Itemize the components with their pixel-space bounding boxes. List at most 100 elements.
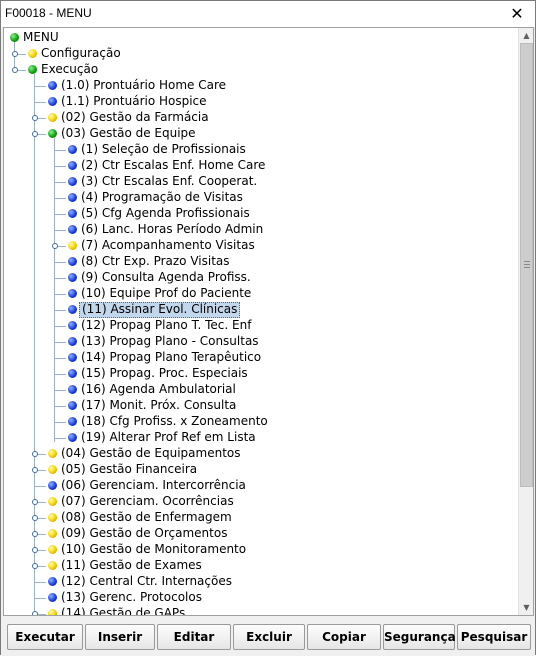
tree-node-label[interactable]: (14) Propag Plano Terapêutico: [79, 350, 263, 366]
tree-node[interactable]: (07) Gerenciam. Ocorrências: [4, 494, 504, 510]
tree-node[interactable]: (09) Gestão de Orçamentos: [4, 526, 504, 542]
tree-node-label[interactable]: (8) Ctr Exp. Prazo Visitas: [79, 254, 232, 270]
tree-node[interactable]: (04) Gestão de Equipamentos: [4, 446, 504, 462]
green-status-dot-icon: [28, 65, 37, 74]
tree-node[interactable]: (12) Propag Plano T. Tec. Enf: [4, 318, 504, 334]
scroll-thumb[interactable]: [520, 43, 533, 487]
tree-node[interactable]: (11) Assinar Evol. Clínicas: [4, 302, 504, 318]
tree-node[interactable]: (15) Propag. Proc. Especiais: [4, 366, 504, 382]
tree-node[interactable]: (05) Gestão Financeira: [4, 462, 504, 478]
tree-node[interactable]: (18) Cfg Profiss. x Zoneamento: [4, 414, 504, 430]
tree-node[interactable]: (1) Seleção de Profissionais: [4, 142, 504, 158]
tree-node-label[interactable]: (06) Gerenciam. Intercorrência: [59, 478, 248, 494]
edit-button[interactable]: Editar: [157, 624, 231, 650]
tree-node[interactable]: (02) Gestão da Farmácia: [4, 110, 504, 126]
tree-node-label[interactable]: Configuração: [39, 46, 123, 62]
scroll-down-icon[interactable]: ▼: [519, 600, 533, 615]
tree-node-label[interactable]: (18) Cfg Profiss. x Zoneamento: [79, 414, 270, 430]
tree-node[interactable]: (10) Gestão de Monitoramento: [4, 542, 504, 558]
tree-node-label[interactable]: (05) Gestão Financeira: [59, 462, 199, 478]
tree-node-label[interactable]: (08) Gestão de Enfermagem: [59, 510, 234, 526]
tree-node[interactable]: (1.0) Prontuário Home Care: [4, 78, 504, 94]
tree-node[interactable]: (6) Lanc. Horas Período Admin: [4, 222, 504, 238]
tree-node[interactable]: Execução: [4, 62, 504, 78]
tree-node-label[interactable]: (3) Ctr Escalas Enf. Cooperat.: [79, 174, 259, 190]
tree-node-label[interactable]: (1.0) Prontuário Home Care: [59, 78, 228, 94]
tree-node-label[interactable]: (16) Agenda Ambulatorial: [79, 382, 238, 398]
vertical-scrollbar[interactable]: ▲ ▼: [518, 28, 533, 615]
tree-node-label[interactable]: (12) Propag Plano T. Tec. Enf: [79, 318, 253, 334]
tree-node[interactable]: (1.1) Prontuário Hospice: [4, 94, 504, 110]
tree-node-label[interactable]: (7) Acompanhamento Visitas: [79, 238, 257, 254]
tree-node-label[interactable]: (14) Gestão de GAPs: [59, 606, 187, 615]
delete-button[interactable]: Excluir: [233, 624, 305, 650]
tree-node-label[interactable]: (10) Equipe Prof do Paciente: [79, 286, 253, 302]
tree-node-label[interactable]: (11) Assinar Evol. Clínicas: [79, 302, 241, 318]
tree-node[interactable]: (08) Gestão de Enfermagem: [4, 510, 504, 526]
tree-node[interactable]: (03) Gestão de Equipe: [4, 126, 504, 142]
tree-connector-line: [54, 422, 66, 423]
tree-node[interactable]: (9) Consulta Agenda Profiss.: [4, 270, 504, 286]
blue-status-dot-icon: [68, 225, 77, 234]
tree-node-label[interactable]: (15) Propag. Proc. Especiais: [79, 366, 250, 382]
tree-node-label[interactable]: Execução: [39, 62, 100, 78]
tree-node[interactable]: (10) Equipe Prof do Paciente: [4, 286, 504, 302]
tree-node-label[interactable]: (1) Seleção de Profissionais: [79, 142, 248, 158]
tree-node[interactable]: (17) Monit. Próx. Consulta: [4, 398, 504, 414]
tree-node-label[interactable]: (13) Gerenc. Protocolos: [59, 590, 204, 606]
tree-node[interactable]: (3) Ctr Escalas Enf. Cooperat.: [4, 174, 504, 190]
button-bar: Executar Inserir Editar Excluir Copiar S…: [1, 618, 535, 656]
blue-status-dot-icon: [68, 417, 77, 426]
tree-node-label[interactable]: (13) Propag Plano - Consultas: [79, 334, 261, 350]
tree-node-label[interactable]: (19) Alterar Prof Ref em Lista: [79, 430, 258, 446]
tree-root[interactable]: MENU: [4, 30, 504, 46]
tree-connector-line: [38, 470, 46, 471]
blue-status-dot-icon: [48, 577, 57, 586]
tree-connector-line: [54, 230, 66, 231]
tree-node[interactable]: (8) Ctr Exp. Prazo Visitas: [4, 254, 504, 270]
tree-node[interactable]: (13) Gerenc. Protocolos: [4, 590, 504, 606]
yellow-status-dot-icon: [48, 609, 57, 615]
tree-node-label[interactable]: (10) Gestão de Monitoramento: [59, 542, 248, 558]
tree-node[interactable]: (7) Acompanhamento Visitas: [4, 238, 504, 254]
close-icon[interactable]: ✕: [503, 2, 531, 26]
copy-button[interactable]: Copiar: [307, 624, 381, 650]
tree-node[interactable]: (12) Central Ctr. Internações: [4, 574, 504, 590]
search-button[interactable]: Pesquisar: [457, 624, 531, 650]
tree-node-label[interactable]: (11) Gestão de Exames: [59, 558, 204, 574]
execute-button[interactable]: Executar: [7, 624, 83, 650]
tree-node-label[interactable]: (09) Gestão de Orçamentos: [59, 526, 229, 542]
tree-connector-line: [54, 294, 66, 295]
tree-node[interactable]: Configuração: [4, 46, 504, 62]
tree-node-label[interactable]: (03) Gestão de Equipe: [59, 126, 198, 142]
scroll-up-icon[interactable]: ▲: [519, 28, 533, 43]
tree-root-label[interactable]: MENU: [21, 30, 61, 46]
tree-node-label[interactable]: (5) Cfg Agenda Profissionais: [79, 206, 252, 222]
tree-node[interactable]: (2) Ctr Escalas Enf. Home Care: [4, 158, 504, 174]
tree-node[interactable]: (19) Alterar Prof Ref em Lista: [4, 430, 504, 446]
tree-node-label[interactable]: (12) Central Ctr. Internações: [59, 574, 234, 590]
insert-button[interactable]: Inserir: [85, 624, 155, 650]
tree-node-label[interactable]: (4) Programação de Visitas: [79, 190, 245, 206]
tree-node[interactable]: (11) Gestão de Exames: [4, 558, 504, 574]
tree-node[interactable]: (4) Programação de Visitas: [4, 190, 504, 206]
tree-node[interactable]: (14) Gestão de GAPs: [4, 606, 504, 615]
tree-node-label[interactable]: (9) Consulta Agenda Profiss.: [79, 270, 253, 286]
tree-node-label[interactable]: (2) Ctr Escalas Enf. Home Care: [79, 158, 267, 174]
tree-node-label[interactable]: (04) Gestão de Equipamentos: [59, 446, 243, 462]
tree-node-label[interactable]: (17) Monit. Próx. Consulta: [79, 398, 238, 414]
tree-node[interactable]: (06) Gerenciam. Intercorrência: [4, 478, 504, 494]
menu-tree: MENU Configuração Execução (1.0) Prontuário…: [4, 28, 518, 615]
blue-status-dot-icon: [68, 305, 77, 314]
tree-node-label[interactable]: (6) Lanc. Horas Período Admin: [79, 222, 265, 238]
tree-node-label[interactable]: (07) Gerenciam. Ocorrências: [59, 494, 236, 510]
security-button[interactable]: Segurança: [383, 624, 456, 650]
scroll-grip-icon: [524, 261, 530, 262]
yellow-status-dot-icon: [28, 49, 37, 58]
tree-node[interactable]: (14) Propag Plano Terapêutico: [4, 350, 504, 366]
tree-node[interactable]: (16) Agenda Ambulatorial: [4, 382, 504, 398]
tree-node-label[interactable]: (1.1) Prontuário Hospice: [59, 94, 209, 110]
tree-node[interactable]: (5) Cfg Agenda Profissionais: [4, 206, 504, 222]
tree-node-label[interactable]: (02) Gestão da Farmácia: [59, 110, 211, 126]
tree-node[interactable]: (13) Propag Plano - Consultas: [4, 334, 504, 350]
